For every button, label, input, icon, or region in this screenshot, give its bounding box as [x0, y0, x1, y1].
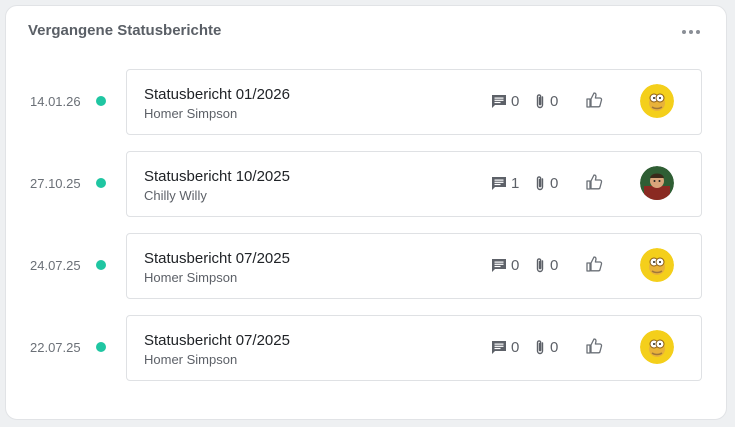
paperclip-icon: [534, 257, 546, 274]
like-button[interactable]: [585, 91, 603, 109]
comments-count[interactable]: 0: [491, 339, 519, 356]
comments-count[interactable]: 0: [491, 93, 519, 110]
thumbs-up-icon: [585, 337, 603, 355]
comment-icon: [491, 94, 507, 109]
comment-icon: [491, 258, 507, 273]
attachments-count[interactable]: 0: [534, 339, 558, 356]
homer-avatar-icon: [640, 330, 674, 364]
paperclip-icon: [534, 339, 546, 356]
report-title: Statusbericht 01/2026: [144, 86, 290, 103]
like-button[interactable]: [585, 255, 603, 273]
comments-count[interactable]: 1: [491, 175, 519, 192]
thumbs-up-icon: [585, 91, 603, 109]
report-author: Homer Simpson: [144, 352, 238, 367]
paperclip-icon: [534, 93, 546, 110]
report-title: Statusbericht 07/2025: [144, 332, 290, 349]
report-author: Homer Simpson: [144, 106, 238, 121]
attachments-count[interactable]: 0: [534, 257, 558, 274]
past-status-reports-widget: Vergangene Statusberichte 14.01.26 Statu…: [5, 5, 727, 420]
attachments-count[interactable]: 0: [534, 93, 558, 110]
thumbs-up-icon: [585, 173, 603, 191]
paperclip-icon: [534, 175, 546, 192]
report-title: Statusbericht 10/2025: [144, 168, 290, 185]
comment-icon: [491, 176, 507, 191]
report-date: 14.01.26: [30, 94, 81, 109]
comments-count-value: 0: [511, 339, 520, 356]
like-button[interactable]: [585, 337, 603, 355]
timeline-row: 24.07.25 Statusbericht 07/2025 Homer Sim…: [6, 233, 726, 299]
attachments-count-value: 0: [550, 257, 559, 274]
report-title: Statusbericht 07/2025: [144, 250, 290, 267]
attachments-count-value: 0: [550, 339, 559, 356]
report-card[interactable]: Statusbericht 07/2025 Homer Simpson 0 0: [126, 315, 702, 381]
thumbs-up-icon: [585, 255, 603, 273]
timeline-row: 27.10.25 Statusbericht 10/2025 Chilly Wi…: [6, 151, 726, 217]
attachments-count[interactable]: 0: [534, 175, 558, 192]
like-button[interactable]: [585, 173, 603, 191]
timeline-dot: [96, 342, 106, 352]
homer-avatar-icon: [640, 84, 674, 118]
report-author: Homer Simpson: [144, 270, 238, 285]
timeline-row: 14.01.26 Statusbericht 01/2026 Homer Sim…: [6, 69, 726, 135]
comments-count-value: 0: [511, 93, 520, 110]
timeline-dot: [96, 260, 106, 270]
comments-count-value: 0: [511, 257, 520, 274]
comments-count-value: 1: [511, 175, 520, 192]
report-author: Chilly Willy: [144, 188, 207, 203]
report-card[interactable]: Statusbericht 10/2025 Chilly Willy 1 0: [126, 151, 702, 217]
comments-count[interactable]: 0: [491, 257, 519, 274]
report-timeline: 14.01.26 Statusbericht 01/2026 Homer Sim…: [6, 69, 726, 397]
report-date: 22.07.25: [30, 340, 81, 355]
chilly-avatar-icon: [640, 166, 674, 200]
homer-avatar-icon: [640, 248, 674, 282]
more-options-icon[interactable]: [682, 30, 700, 34]
attachments-count-value: 0: [550, 175, 559, 192]
comment-icon: [491, 340, 507, 355]
widget-title: Vergangene Statusberichte: [28, 22, 222, 39]
report-card[interactable]: Statusbericht 07/2025 Homer Simpson 0 0: [126, 233, 702, 299]
timeline-row: 22.07.25 Statusbericht 07/2025 Homer Sim…: [6, 315, 726, 381]
timeline-dot: [96, 178, 106, 188]
timeline-dot: [96, 96, 106, 106]
attachments-count-value: 0: [550, 93, 559, 110]
report-date: 24.07.25: [30, 258, 81, 273]
report-card[interactable]: Statusbericht 01/2026 Homer Simpson 0 0: [126, 69, 702, 135]
report-date: 27.10.25: [30, 176, 81, 191]
